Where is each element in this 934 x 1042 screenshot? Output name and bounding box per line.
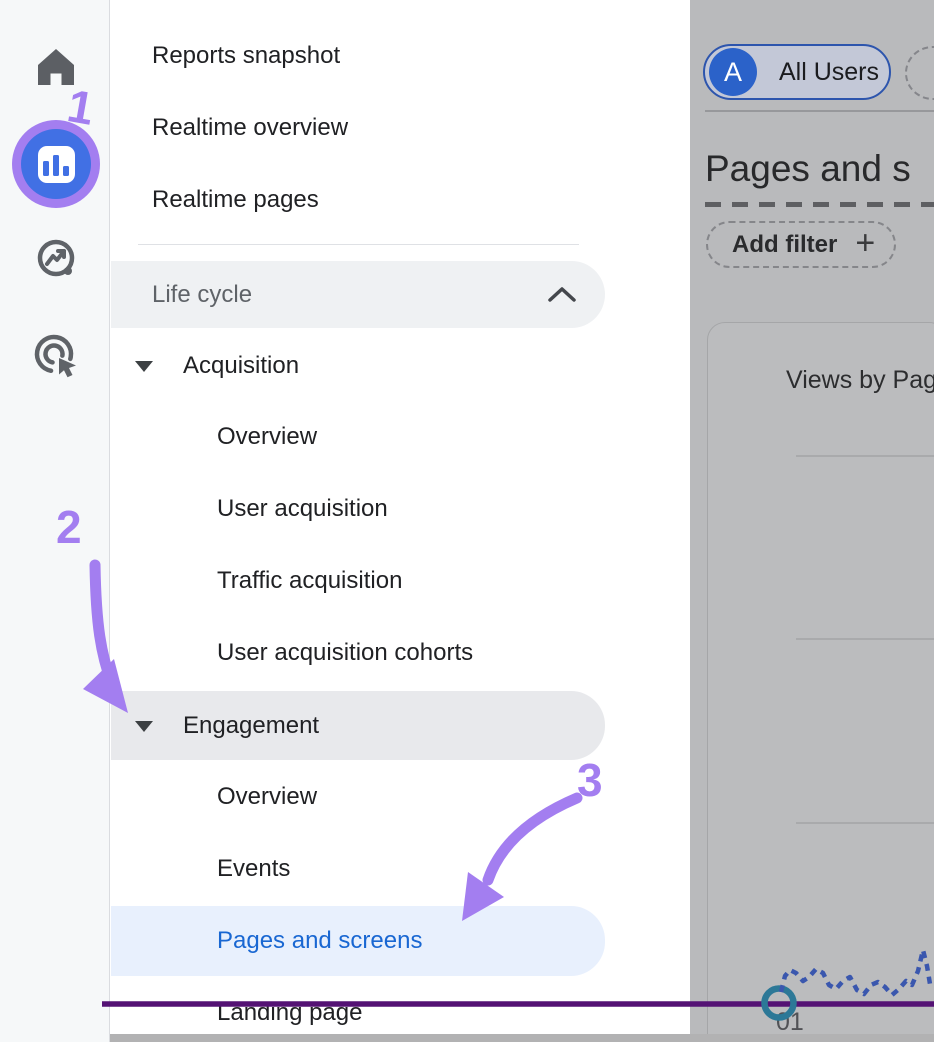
chevron-up-icon[interactable] (547, 285, 577, 303)
nav-item-events[interactable]: Events (111, 835, 605, 903)
add-filter-label: Add filter (732, 231, 837, 259)
header-divider (705, 110, 934, 112)
audience-chip-label: All Users (779, 58, 879, 87)
chart-gridline (796, 455, 934, 457)
nav-item-label: Realtime pages (152, 186, 319, 214)
all-users-chip[interactable]: A All Users (703, 44, 891, 100)
card-title: Views by Pag (786, 366, 934, 395)
section-label: Life cycle (152, 281, 252, 309)
nav-item-traffic-acquisition[interactable]: Traffic acquisition (111, 547, 605, 615)
audience-avatar: A (709, 48, 757, 96)
add-filter-button[interactable]: Add filter + (706, 221, 896, 268)
add-comparison-chip-partial[interactable] (905, 46, 934, 100)
nav-item-reports-snapshot[interactable]: Reports snapshot (111, 22, 605, 90)
title-dashed-underline (705, 202, 934, 207)
nav-item-label: Traffic acquisition (217, 567, 402, 595)
chart-x-axis-tick: 01 (776, 1008, 804, 1037)
chart-gridline (796, 638, 934, 640)
nav-item-label: Overview (217, 423, 317, 451)
plus-icon: + (855, 226, 875, 260)
app-icon-rail (0, 0, 110, 1042)
nav-item-realtime-overview[interactable]: Realtime overview (111, 94, 605, 162)
nav-item-label: Realtime overview (152, 114, 348, 142)
nav-group-engagement[interactable]: Engagement (111, 691, 605, 760)
nav-item-user-acquisition-cohorts[interactable]: User acquisition cohorts (111, 619, 605, 687)
nav-item-realtime-pages[interactable]: Realtime pages (111, 166, 605, 234)
reports-nav-panel: Reports snapshot Realtime overview Realt… (111, 0, 690, 1042)
reports-icon[interactable] (12, 120, 100, 208)
report-content-dimmed: A All Users Pages and s Add filter + Vie… (690, 0, 934, 1042)
chart-gridline (796, 822, 934, 824)
arrow-drop-down-icon[interactable] (135, 361, 153, 372)
page-title: Pages and s (705, 148, 934, 190)
advertising-icon[interactable] (33, 333, 81, 381)
nav-item-user-acquisition[interactable]: User acquisition (111, 475, 605, 543)
home-icon[interactable] (33, 44, 79, 90)
nav-item-label: Landing page (217, 999, 362, 1027)
nav-item-landing-page[interactable]: Landing page (111, 979, 605, 1042)
ga4-window: Reports snapshot Realtime overview Realt… (0, 0, 934, 1042)
nav-divider (138, 244, 579, 245)
arrow-drop-down-icon[interactable] (135, 721, 153, 732)
nav-item-engagement-overview[interactable]: Overview (111, 763, 605, 831)
nav-group-label: Engagement (183, 712, 319, 740)
nav-item-label: Events (217, 855, 290, 883)
reports-icon-circle (21, 129, 91, 199)
nav-item-label: User acquisition cohorts (217, 639, 473, 667)
nav-item-label: Pages and screens (217, 927, 422, 955)
nav-item-acquisition-overview[interactable]: Overview (111, 403, 605, 471)
views-by-page-card: Views by Pag (707, 322, 934, 1042)
bar-chart-icon (38, 146, 75, 183)
nav-item-pages-and-screens[interactable]: Pages and screens (111, 906, 605, 976)
nav-item-label: Reports snapshot (152, 42, 340, 70)
horizontal-scrollbar[interactable] (110, 1034, 934, 1042)
nav-item-label: Overview (217, 783, 317, 811)
nav-group-label: Acquisition (183, 352, 299, 380)
nav-item-label: User acquisition (217, 495, 388, 523)
section-header-life-cycle[interactable]: Life cycle (111, 261, 605, 328)
explore-icon[interactable] (33, 237, 79, 283)
nav-group-acquisition[interactable]: Acquisition (111, 332, 605, 400)
